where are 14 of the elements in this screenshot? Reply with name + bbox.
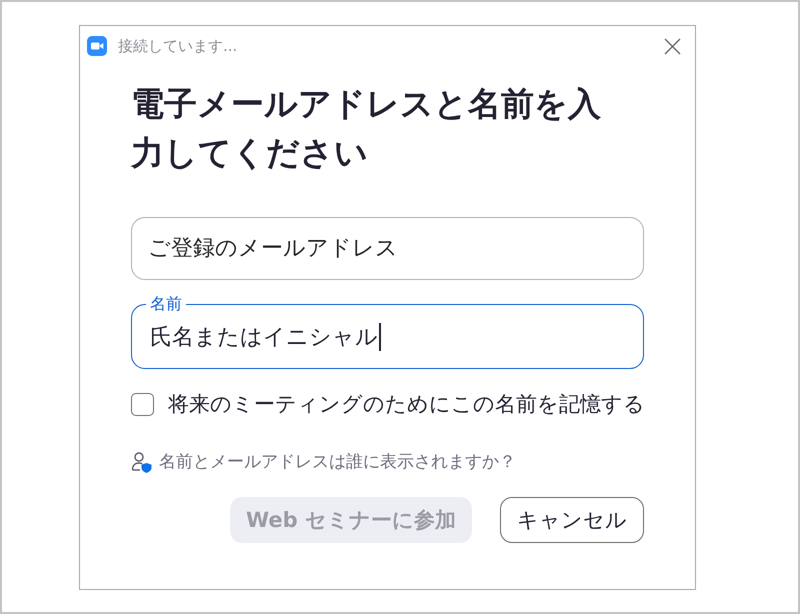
field-label: 名前 xyxy=(149,294,183,314)
user-shield-icon xyxy=(131,450,152,472)
video-camera-app-icon xyxy=(87,36,107,56)
window-title: 接続しています... xyxy=(118,36,238,56)
remember-label: 将来のミーティングのためにこの名前を記憶する xyxy=(168,391,645,418)
email-field[interactable]: ご登録のメールアドレス xyxy=(131,217,644,280)
close-icon xyxy=(664,38,681,54)
cancel-button[interactable]: キャンセル xyxy=(500,497,644,543)
close-button[interactable] xyxy=(664,38,681,54)
dialog-heading: 電子メールアドレスと名前を入力してください xyxy=(131,83,602,174)
name-field[interactable]: 名前 氏名またはイニシャル xyxy=(131,294,644,369)
remember-checkbox[interactable] xyxy=(131,392,154,416)
privacy-info-link[interactable]: 名前とメールアドレスは誰に表示されますか？ xyxy=(159,450,516,473)
text-cursor-icon xyxy=(379,323,381,351)
